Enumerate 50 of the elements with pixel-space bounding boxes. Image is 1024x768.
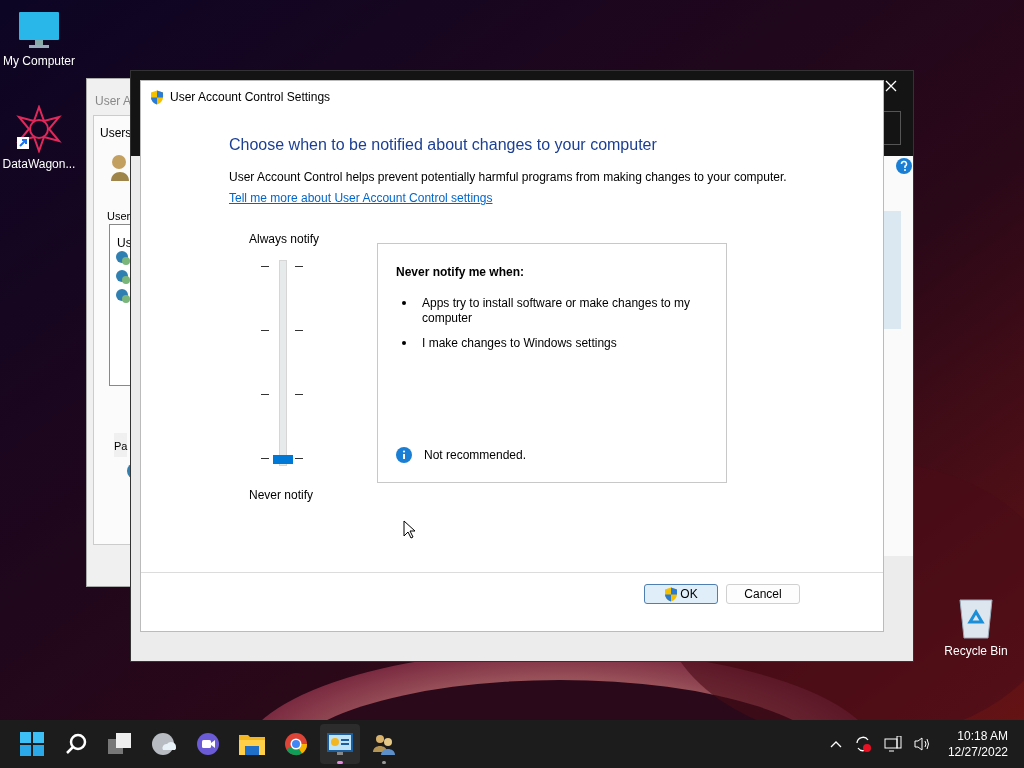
section-label: User <box>107 210 131 222</box>
window-title: User A <box>95 94 131 108</box>
window-title: User Account Control Settings <box>170 89 331 106</box>
user-globe-icon <box>115 250 131 266</box>
dialog-heading: Choose when to be notified about changes to your computer <box>229 135 658 155</box>
help-link[interactable]: Tell me more about User Account Control settings <box>229 191 493 205</box>
browser-icon[interactable] <box>284 732 308 756</box>
clock-time[interactable]: 10:18 AM <box>957 728 1008 744</box>
bullet-icon <box>402 301 406 305</box>
monitor-icon <box>17 10 61 50</box>
note-text: Not recommended. <box>424 447 527 464</box>
slider-thumb[interactable] <box>273 455 293 464</box>
folder-icon[interactable] <box>239 733 265 755</box>
windows-logo-icon[interactable] <box>20 732 44 756</box>
shield-icon <box>664 586 679 602</box>
section-label: Pa <box>114 440 128 452</box>
bullet-text: Apps try to install software or make changes to my computer <box>422 296 692 326</box>
sync-icon[interactable] <box>853 735 872 753</box>
close-icon[interactable] <box>885 80 897 92</box>
starburst-icon <box>15 105 63 153</box>
desktop-icon-label[interactable]: DataWagon... <box>2 155 76 173</box>
desktop-icon-label[interactable]: Recycle Bin <box>944 642 1008 660</box>
tab-label[interactable]: Users <box>100 126 132 140</box>
weather-icon[interactable] <box>151 732 177 756</box>
task-view-icon[interactable] <box>108 733 132 755</box>
search-icon[interactable] <box>64 732 88 756</box>
running-indicator <box>337 761 343 764</box>
bullet-text: I make changes to Windows settings <box>422 336 618 351</box>
chevron-up-icon[interactable] <box>829 740 842 748</box>
help-icon[interactable] <box>896 158 912 174</box>
user-globe-icon <box>115 288 131 304</box>
ok-button[interactable]: OK <box>644 584 718 604</box>
desktop-icon-label[interactable]: My Computer <box>3 52 75 70</box>
description-text: User Account Control helps prevent potentially harmful programs from making changes to your computer. <box>229 170 788 185</box>
running-indicator <box>382 761 386 764</box>
network-icon[interactable] <box>883 736 902 752</box>
cancel-button[interactable]: Cancel <box>726 584 800 604</box>
info-heading: Never notify me when: <box>396 264 526 281</box>
bullet-icon <box>402 341 406 345</box>
mouse-cursor-icon <box>403 520 415 539</box>
clock-date[interactable]: 12/27/2022 <box>947 744 1008 760</box>
slider-bottom-label: Never notify <box>249 487 314 504</box>
info-icon <box>396 447 412 463</box>
shield-icon <box>150 89 164 105</box>
slider-top-label: Always notify <box>249 231 320 248</box>
recycle-bin-icon <box>956 596 996 640</box>
chat-icon[interactable] <box>196 732 220 756</box>
user-globe-icon <box>115 269 131 285</box>
control-panel-icon[interactable] <box>327 733 353 755</box>
speaker-icon[interactable] <box>913 736 932 752</box>
